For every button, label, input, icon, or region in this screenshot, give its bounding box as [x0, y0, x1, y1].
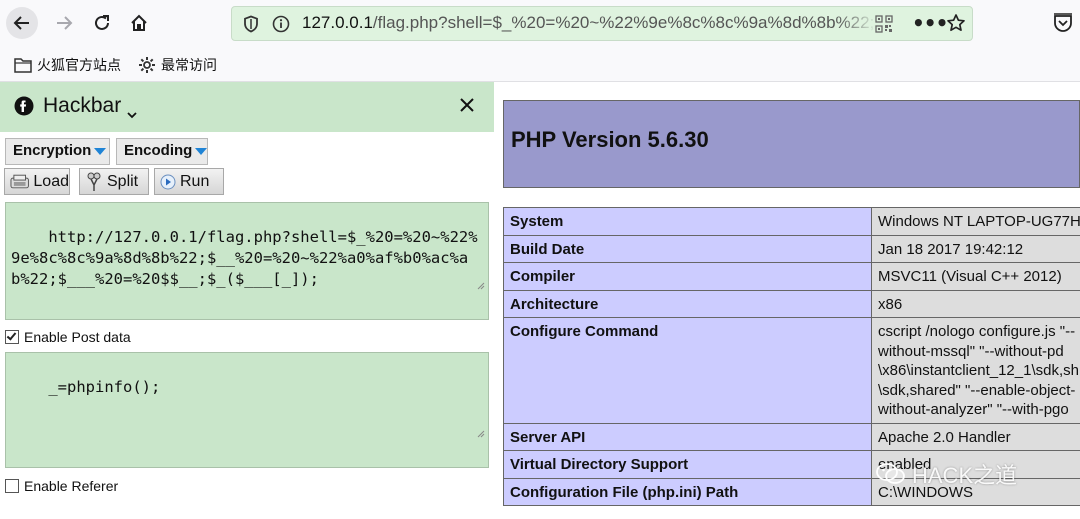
table-row: Configure Command cscript /nologo configu…	[503, 317, 1080, 424]
url-host: 127.0.0.1	[302, 13, 373, 32]
table-row: Architecture x86	[503, 289, 1080, 318]
address-bar[interactable]: 127.0.0.1/flag.php?shell=$_%20=%20~%22%9…	[231, 6, 973, 41]
info-value-line: without-analyzer" "--with-pgo	[878, 401, 1069, 418]
info-value-line: MSVC11 (Visual C++ 2012)	[878, 268, 1062, 285]
info-value-line: \x86\instantclient_12_1\sdk,sh	[878, 362, 1079, 379]
run-icon	[160, 174, 176, 189]
load-button[interactable]: Load	[4, 168, 70, 195]
table-row: Build Date Jan 18 2017 19:42:12	[503, 234, 1080, 263]
url-fade	[837, 13, 877, 35]
run-button[interactable]: Run	[154, 168, 224, 195]
info-value: Jan 18 2017 19:42:12	[871, 234, 1080, 263]
back-icon	[13, 16, 29, 30]
table-row: System Windows NT LAPTOP-UG77HC	[503, 207, 1080, 236]
watermark: HACK之道	[876, 458, 1017, 490]
info-value-line: Apache 2.0 Handler	[878, 428, 1011, 446]
dropdown-arrow-icon	[94, 148, 107, 155]
url-path: /flag.php?shell=$_%20=%20~%22%9e%8c%8c%9…	[372, 13, 877, 32]
info-value: MSVC11 (Visual C++ 2012)	[871, 262, 1080, 291]
split-label: Split	[107, 172, 139, 190]
qr-code-icon[interactable]	[875, 15, 893, 37]
forward-icon	[57, 16, 73, 30]
dropdown-arrow-icon	[195, 148, 208, 155]
encoding-label: Encoding	[124, 142, 193, 159]
shield-icon[interactable]	[242, 15, 260, 37]
resize-grip-icon[interactable]	[420, 254, 485, 317]
web-page-content: PHP Version 5.6.30 System Windows NT LAPT…	[494, 82, 1080, 519]
checkbox-box[interactable]	[5, 330, 19, 344]
info-value-line: x86	[878, 295, 903, 313]
bookmark-label: 火狐官方站点	[37, 58, 121, 74]
table-row: Compiler MSVC11 (Visual C++ 2012)	[503, 262, 1080, 291]
load-icon	[10, 174, 29, 188]
enable-post-checkbox[interactable]: Enable Post data	[5, 329, 131, 345]
info-value-line: \sdk,shared" "--enable-object-	[878, 381, 1076, 399]
forward-button[interactable]	[48, 7, 80, 39]
run-label: Run	[180, 172, 210, 190]
info-value: Windows NT LAPTOP-UG77HC	[871, 207, 1080, 236]
info-value-line: Jan 18 2017 19:42:12	[878, 240, 1024, 258]
url-text[interactable]: 127.0.0.1/flag.php?shell=$_%20=%20~%22%9…	[302, 13, 877, 35]
info-value: cscript /nologo configure.js "-- without-…	[871, 317, 1080, 424]
info-icon[interactable]	[272, 15, 290, 37]
split-icon	[87, 172, 101, 191]
bookmarks-toolbar: 火狐官方站点 最常访问	[0, 46, 1080, 82]
load-label: Load	[33, 172, 69, 190]
info-key: Server API	[503, 422, 872, 451]
encryption-dropdown[interactable]: Encryption	[5, 138, 110, 165]
post-data-value: _=phpinfo();	[48, 378, 161, 396]
resize-grip-icon[interactable]	[420, 402, 485, 465]
watermark-text: HACK之道	[912, 463, 1018, 488]
url-textarea-value: http://127.0.0.1/flag.php?shell=$_%20=%2…	[11, 228, 478, 288]
info-key: Configuration File (php.ini) Path	[503, 477, 872, 506]
split-button[interactable]: Split	[79, 168, 149, 195]
table-row: Server API Apache 2.0 Handler	[503, 422, 1080, 451]
post-data-textarea[interactable]: _=phpinfo();	[5, 352, 489, 468]
info-value-line: without-mssql" "--without-pd	[878, 342, 1064, 360]
chevron-down-icon[interactable]	[127, 104, 137, 123]
hackbar-logo-icon	[14, 96, 34, 120]
home-button[interactable]	[123, 7, 155, 39]
bookmark-most-visited[interactable]: 最常访问	[138, 55, 217, 75]
enable-post-label: Enable Post data	[24, 329, 131, 345]
back-button[interactable]	[6, 7, 38, 39]
php-version-title: PHP Version 5.6.30	[511, 127, 709, 152]
folder-icon	[14, 58, 32, 73]
hackbar-title[interactable]: Hackbar	[43, 94, 121, 118]
reload-button[interactable]	[86, 7, 118, 39]
info-value: Apache 2.0 Handler	[871, 422, 1080, 451]
enable-referer-label: Enable Referer	[24, 478, 119, 494]
php-version-header: PHP Version 5.6.30	[503, 100, 1080, 188]
checkbox-box[interactable]	[5, 479, 19, 493]
info-key: Virtual Directory Support	[503, 450, 872, 479]
info-key: System	[503, 207, 872, 236]
info-key: Configure Command	[503, 317, 872, 424]
info-key: Build Date	[503, 234, 872, 263]
bookmark-label: 最常访问	[161, 58, 217, 74]
info-key: Compiler	[503, 262, 872, 291]
home-icon	[131, 14, 147, 31]
encoding-dropdown[interactable]: Encoding	[116, 138, 208, 165]
checkmark-icon	[6, 330, 17, 341]
reload-icon	[95, 15, 109, 30]
star-icon[interactable]	[946, 13, 966, 37]
more-icon[interactable]: •••	[912, 11, 948, 35]
enable-referer-checkbox[interactable]: Enable Referer	[5, 478, 118, 494]
hackbar-header: Hackbar	[0, 82, 494, 132]
wechat-icon	[876, 463, 905, 484]
info-value-line: Windows NT LAPTOP-UG77HC	[878, 213, 1080, 230]
gear-icon	[139, 57, 155, 73]
info-value-line: cscript /nologo configure.js "--	[878, 323, 1076, 340]
hackbar-panel: Hackbar Encryption Encoding Load Split R…	[0, 82, 494, 519]
bookmark-firefox-official[interactable]: 火狐官方站点	[14, 55, 121, 75]
encryption-label: Encryption	[13, 142, 92, 159]
close-icon[interactable]	[459, 97, 475, 117]
navigation-toolbar: 127.0.0.1/flag.php?shell=$_%20=%20~%22%9…	[0, 0, 1080, 46]
pocket-icon[interactable]	[1052, 12, 1074, 38]
info-key: Architecture	[503, 289, 872, 318]
info-value: x86	[871, 289, 1080, 318]
url-textarea[interactable]: http://127.0.0.1/flag.php?shell=$_%20=%2…	[5, 202, 489, 320]
